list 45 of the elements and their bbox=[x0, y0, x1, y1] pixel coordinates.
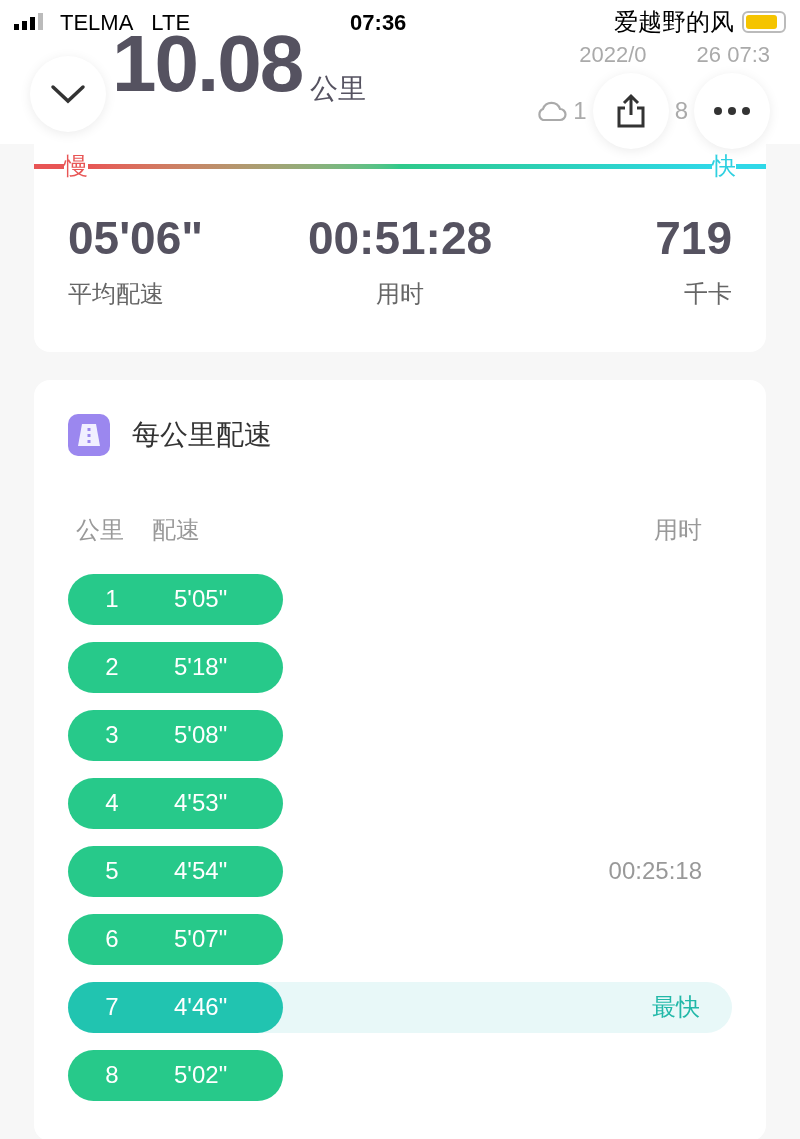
distance-unit: 公里 bbox=[310, 72, 367, 106]
column-header: 配速 bbox=[152, 514, 200, 545]
pace-value: 5'05" bbox=[174, 584, 228, 614]
pace-value: 5'18" bbox=[174, 652, 228, 682]
road-icon bbox=[68, 413, 110, 456]
pace-value: 4'54" bbox=[174, 856, 228, 886]
summary-label: 千卡 bbox=[684, 278, 732, 309]
km-number: 1 bbox=[104, 584, 120, 614]
summary-value: 00:51:28 bbox=[307, 211, 493, 266]
summary-value: 719 bbox=[655, 211, 732, 266]
km-number: 7 bbox=[104, 992, 120, 1022]
fastest-label: 最快 bbox=[652, 992, 700, 1022]
date-text: 26 07:3 bbox=[696, 41, 770, 69]
fast-label: 快 bbox=[712, 151, 736, 181]
pace-value: 4'53" bbox=[174, 788, 228, 818]
date-text: 2022/0 bbox=[579, 41, 647, 69]
km-number: 4 bbox=[104, 788, 120, 818]
km-number: 3 bbox=[104, 720, 120, 750]
split-time: 00:25:18 bbox=[608, 856, 702, 886]
summary-value: 05'06" bbox=[68, 211, 204, 266]
summary-label: 平均配速 bbox=[68, 278, 164, 309]
km-number: 8 bbox=[104, 1060, 120, 1090]
speed-bar-end bbox=[34, 163, 64, 169]
summary-label: 用时 bbox=[376, 278, 424, 309]
pace-value: 5'07" bbox=[174, 924, 228, 954]
km-number: 6 bbox=[104, 924, 120, 954]
chevron-down-icon bbox=[50, 84, 86, 104]
km-number: 2 bbox=[104, 652, 120, 682]
more-icon bbox=[714, 107, 750, 115]
battery-icon bbox=[742, 11, 786, 33]
cloud-icon bbox=[535, 100, 568, 122]
column-header: 用时 bbox=[654, 514, 702, 545]
pace-value: 5'02" bbox=[174, 1060, 228, 1090]
km-number: 5 bbox=[104, 856, 120, 886]
slow-label: 慢 bbox=[64, 151, 88, 181]
status-time: 07:36 bbox=[350, 8, 407, 37]
network-type: LTE bbox=[151, 8, 191, 35]
section-title: 每公里配速 bbox=[132, 417, 272, 452]
column-header: 公里 bbox=[76, 514, 124, 545]
pace-value: 5'08" bbox=[174, 720, 228, 750]
status-text: 爱越野的风 bbox=[614, 7, 734, 37]
weather-text: 8 bbox=[674, 96, 688, 126]
pace-value: 4'46" bbox=[174, 992, 228, 1022]
weather-text: 1 bbox=[573, 96, 587, 126]
speed-bar-end bbox=[736, 163, 766, 169]
